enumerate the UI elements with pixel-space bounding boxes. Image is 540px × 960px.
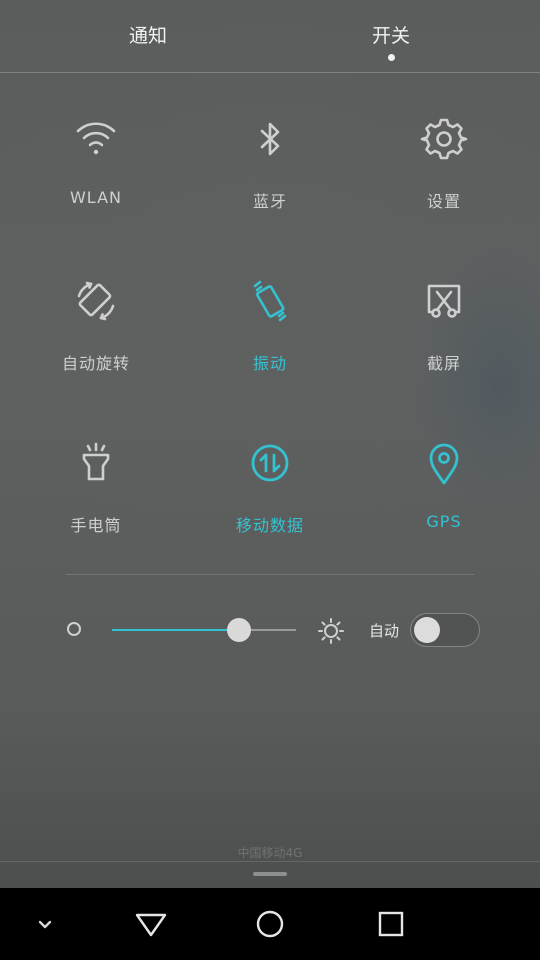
toggle-wlan[interactable]: WLAN: [16, 114, 176, 244]
tab-notifications-label: 通知: [128, 25, 167, 47]
auto-brightness-label: 自动: [369, 622, 400, 640]
brightness-low-icon: [67, 622, 81, 636]
toggle-gps-label: GPS: [426, 512, 462, 531]
recents-button[interactable]: [371, 904, 411, 944]
toggle-auto-rotate-label: 自动旋转: [61, 354, 130, 373]
carrier-label: 中国移动4G: [237, 846, 303, 860]
brightness-fill: [112, 629, 239, 631]
vibrate-icon: [245, 276, 295, 326]
toggle-vibrate[interactable]: 振动: [190, 276, 350, 406]
toggle-settings[interactable]: 设置: [364, 114, 524, 244]
home-circle-icon: [256, 910, 284, 938]
tab-switches-label: 开关: [371, 25, 410, 47]
brightness-slider[interactable]: [112, 612, 296, 648]
toggle-vibrate-label: 振动: [252, 354, 287, 373]
tab-bar: 通知 开关: [0, 0, 540, 72]
flashlight-icon: [71, 438, 121, 488]
collapse-button[interactable]: [25, 904, 65, 944]
location-pin-icon: [419, 438, 469, 488]
toggle-flashlight[interactable]: 手电筒: [16, 438, 176, 568]
toggle-flashlight-label: 手电筒: [70, 516, 122, 535]
mobile-data-icon: [245, 438, 295, 488]
toggle-mobile-data-label: 移动数据: [235, 516, 304, 535]
bottom-divider: [0, 861, 540, 862]
toggle-auto-rotate[interactable]: 自动旋转: [16, 276, 176, 406]
toggle-screenshot-label: 截屏: [426, 354, 461, 373]
tab-divider: [0, 72, 540, 73]
navigation-bar: [0, 888, 540, 960]
bluetooth-icon: [245, 114, 295, 164]
brightness-thumb[interactable]: [226, 618, 251, 642]
gear-icon: [419, 114, 469, 164]
auto-brightness-switch[interactable]: [410, 613, 480, 647]
toggle-bluetooth-label: 蓝牙: [252, 192, 287, 211]
toggle-gps[interactable]: GPS: [364, 438, 524, 568]
home-button[interactable]: [250, 904, 290, 944]
toggle-screenshot[interactable]: 截屏: [364, 276, 524, 406]
brightness-high-icon: [317, 617, 345, 645]
recents-square-icon: [378, 911, 404, 937]
section-divider: [66, 574, 474, 575]
active-tab-indicator: [388, 54, 395, 61]
tab-switches[interactable]: 开关: [331, 22, 451, 62]
toggle-wlan-label: WLAN: [69, 188, 122, 207]
toggle-bluetooth[interactable]: 蓝牙: [190, 114, 350, 244]
back-triangle-icon: [135, 913, 167, 937]
switch-knob: [414, 617, 440, 643]
screenshot-icon: [419, 276, 469, 326]
chevron-down-icon: [38, 920, 52, 929]
toggle-settings-label: 设置: [426, 192, 461, 211]
toggle-mobile-data[interactable]: 移动数据: [190, 438, 350, 568]
tab-notifications[interactable]: 通知: [88, 22, 208, 62]
rotate-icon: [71, 276, 121, 326]
drag-handle[interactable]: [253, 872, 287, 876]
back-button[interactable]: [131, 904, 171, 944]
wifi-icon: [71, 114, 121, 164]
